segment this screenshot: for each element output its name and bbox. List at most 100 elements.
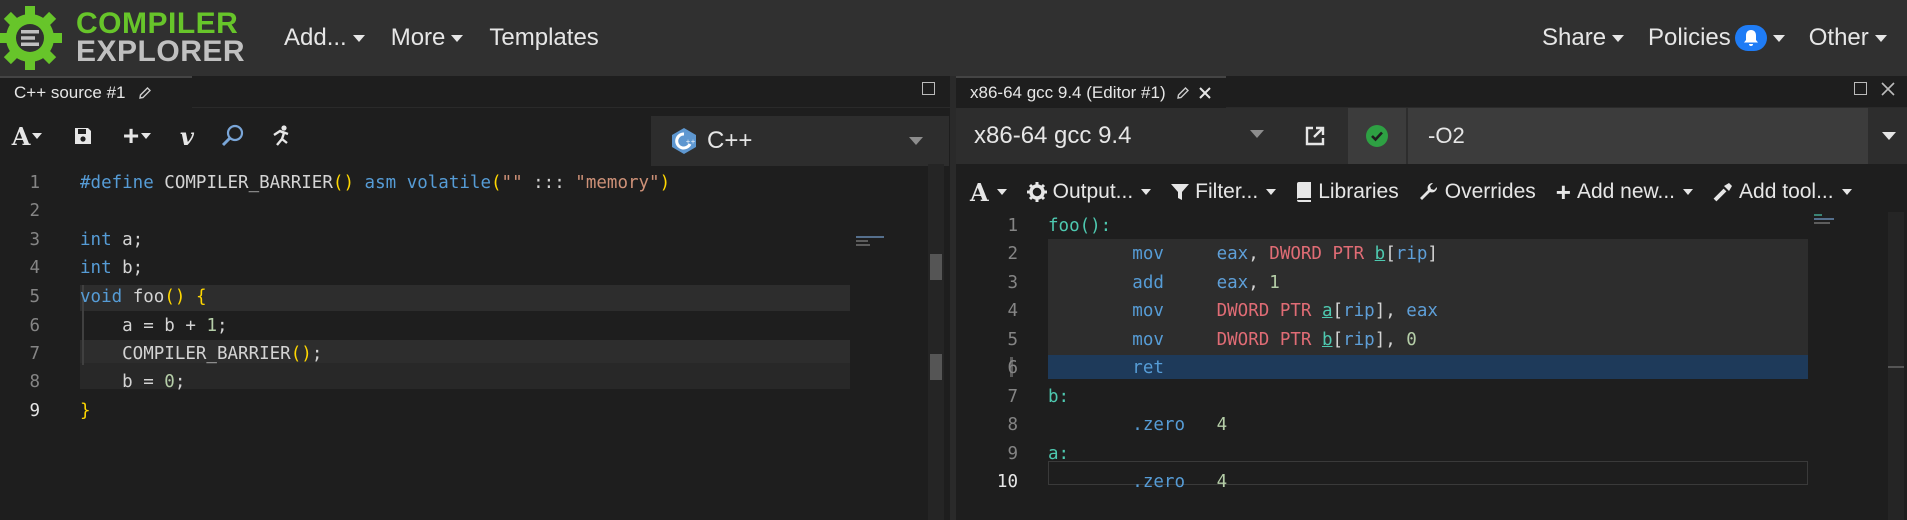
chevron-down-icon <box>1683 189 1694 195</box>
asm-line: mov DWORD PTR b[rip], 0 <box>1132 330 1417 350</box>
share-menu[interactable]: Share <box>1530 24 1636 52</box>
minimap[interactable] <box>1814 214 1842 226</box>
source-tab-title: C++ source #1 <box>14 83 126 102</box>
language-select[interactable]: ++ C++ <box>651 116 949 166</box>
line-number: 6 <box>1007 358 1018 378</box>
asm-line: ret <box>1132 358 1164 378</box>
compiler-button-row: A Output... Filter... Libraries Override… <box>970 176 1872 208</box>
scrollbar[interactable] <box>1888 212 1904 520</box>
book-icon <box>1297 182 1312 202</box>
pencil-icon[interactable] <box>1176 86 1190 100</box>
scrollbar[interactable] <box>928 164 944 520</box>
minimap[interactable] <box>856 236 886 248</box>
add-menu-label: Add... <box>284 24 347 51</box>
share-menu-label: Share <box>1542 24 1607 51</box>
code-line: void foo() { <box>80 287 207 307</box>
cpp-logo-icon: ++ <box>672 128 696 154</box>
asm-line: mov DWORD PTR a[rip], eax <box>1132 301 1438 321</box>
logo-text-explorer: EXPLORER <box>76 35 246 68</box>
scrollbar-thumb[interactable] <box>930 354 942 380</box>
line-number: 5 <box>1007 330 1018 350</box>
line-number: 6 <box>29 316 40 336</box>
overrides-button[interactable]: Overrides <box>1419 180 1536 204</box>
line-number: 3 <box>1007 273 1018 293</box>
more-menu-label: More <box>390 24 446 51</box>
font-icon: A <box>970 177 989 207</box>
filter-button[interactable]: Filter... <box>1171 180 1277 204</box>
line-number: 2 <box>29 201 40 221</box>
compiler-select[interactable]: x86-64 gcc 9.4 <box>956 108 1278 164</box>
line-number: 1 <box>29 173 40 193</box>
other-menu[interactable]: Other <box>1797 24 1899 52</box>
filter-label: Filter... <box>1195 180 1259 203</box>
line-number-active: 9 <box>29 401 40 421</box>
top-navbar: COMPILER EXPLORER Add... More Templates … <box>0 0 1907 76</box>
code-line: int a; <box>80 230 144 250</box>
asm-line: foo(): <box>1048 216 1112 236</box>
pencil-icon[interactable] <box>138 86 152 100</box>
code-line: #define COMPILER_BARRIER() asm volatile(… <box>80 173 671 193</box>
cppinsights-button[interactable] <box>266 122 296 150</box>
code-line: COMPILER_BARRIER(); <box>80 344 323 364</box>
add-menu[interactable]: Add... <box>272 24 377 52</box>
add-tool-label: Add tool... <box>1739 180 1834 203</box>
templates-label: Templates <box>489 24 599 51</box>
tab-cpp-source[interactable]: C++ source #1 <box>0 76 192 108</box>
add-pane-button[interactable]: + <box>116 120 158 151</box>
chevron-down-icon <box>451 34 464 42</box>
close-icon[interactable] <box>1881 82 1895 96</box>
font-icon: A <box>11 121 31 151</box>
libraries-button[interactable]: Libraries <box>1296 180 1399 204</box>
asm-line: .zero 4 <box>1132 472 1228 492</box>
chevron-down-icon <box>996 189 1007 195</box>
tab-compiler[interactable]: x86-64 gcc 9.4 (Editor #1) <box>956 76 1226 108</box>
font-size-button[interactable]: A <box>11 121 43 151</box>
more-menu[interactable]: More <box>379 24 476 52</box>
maximize-icon[interactable] <box>922 82 935 95</box>
chevron-down-icon <box>1882 132 1896 140</box>
font-size-button[interactable]: A <box>970 178 1007 207</box>
output-label: Output... <box>1052 180 1134 203</box>
source-toolbar: A + v ++ C++ <box>0 108 950 166</box>
close-icon[interactable] <box>1198 86 1212 100</box>
save-button[interactable] <box>68 122 98 150</box>
gear-logo-icon <box>0 6 62 70</box>
chevron-down-icon <box>141 133 152 139</box>
compiler-explorer-logo[interactable]: COMPILER EXPLORER <box>0 0 245 76</box>
compiler-options-input[interactable]: -O2 <box>1408 108 1868 164</box>
asm-line: .zero 4 <box>1132 415 1228 435</box>
assembly-output-area[interactable]: 1 2 3 4 5 6 7 8 9 10 foo(): mov eax, DWO… <box>956 212 1907 520</box>
chevron-down-icon <box>352 34 365 42</box>
scrollbar-marker <box>1888 366 1904 368</box>
plus-icon: + <box>122 120 140 151</box>
options-dropdown-button[interactable] <box>1868 108 1907 164</box>
preprocessor-button[interactable] <box>218 122 248 150</box>
gear-icon <box>1026 182 1047 202</box>
templates-link[interactable]: Templates <box>477 24 610 52</box>
maximize-icon[interactable] <box>1854 82 1867 95</box>
line-number: 8 <box>29 372 40 392</box>
popout-button[interactable] <box>1300 122 1330 150</box>
current-line-highlight <box>80 363 850 389</box>
code-line: int b; <box>80 258 144 278</box>
compiler-name: x86-64 gcc 9.4 <box>974 122 1132 149</box>
add-tool-button[interactable]: Add tool... <box>1713 180 1852 204</box>
chevron-down-icon <box>1874 34 1887 42</box>
compiler-options-text: -O2 <box>1428 123 1465 148</box>
chevron-down-icon <box>909 137 923 145</box>
policies-menu-label: Policies <box>1648 24 1731 51</box>
magnifier-icon <box>221 124 244 147</box>
chevron-down-icon <box>1772 34 1785 42</box>
vim-mode-button[interactable]: v <box>172 122 202 151</box>
add-new-button[interactable]: + Add new... <box>1556 179 1694 205</box>
runner-icon <box>273 125 289 146</box>
source-code-area[interactable]: 1 2 3 4 5 6 7 8 9 #define COMPILER_BARRI… <box>0 164 950 520</box>
asm-line: add eax, 1 <box>1132 273 1280 293</box>
output-button[interactable]: Output... <box>1026 180 1152 204</box>
scrollbar-thumb[interactable] <box>930 254 942 280</box>
line-number-active: 10 <box>996 472 1018 492</box>
compile-status[interactable] <box>1348 108 1406 164</box>
svg-text:++: ++ <box>686 139 696 146</box>
policies-menu[interactable]: Policies <box>1636 24 1797 52</box>
chevron-down-icon <box>1841 189 1852 195</box>
